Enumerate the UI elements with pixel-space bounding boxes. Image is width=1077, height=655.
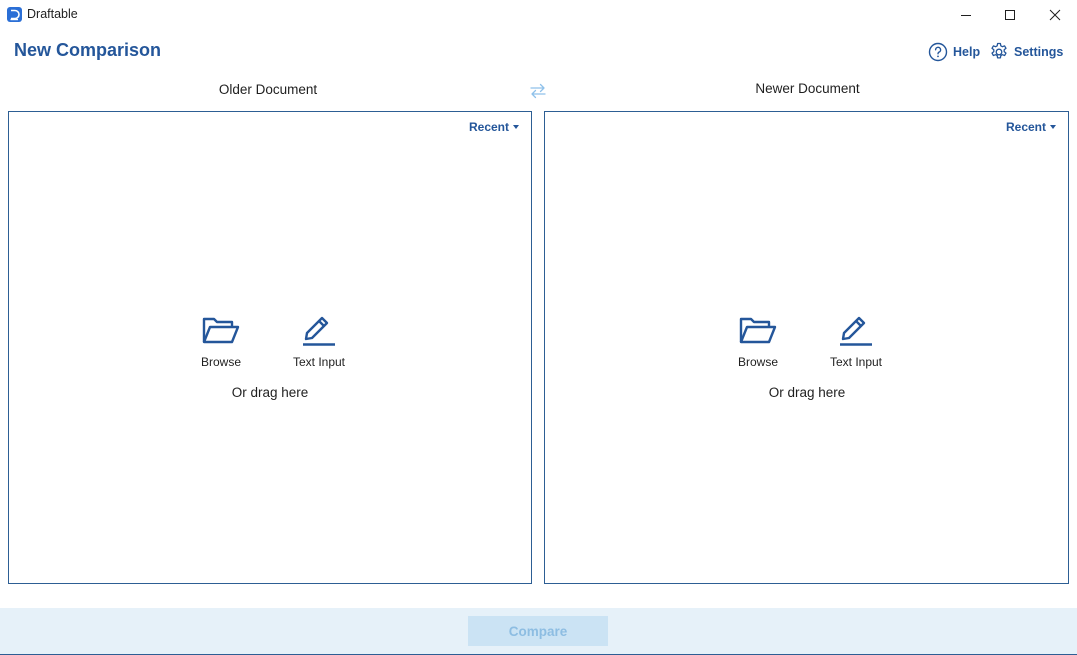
- recent-label: Recent: [1005, 120, 1046, 134]
- draftable-logo-icon: [7, 7, 22, 22]
- maximize-button[interactable]: [987, 0, 1033, 30]
- title-bar: Draftable: [0, 0, 1077, 30]
- older-text-input-button[interactable]: Text Input: [279, 312, 359, 369]
- text-input-label: Text Input: [829, 355, 883, 369]
- compare-button[interactable]: Compare: [468, 616, 608, 646]
- newer-recent-dropdown[interactable]: Recent: [1006, 120, 1056, 134]
- settings-link[interactable]: Settings: [989, 42, 1063, 62]
- older-recent-dropdown[interactable]: Recent: [469, 120, 519, 134]
- newer-browse-button[interactable]: Browse: [718, 312, 798, 369]
- recent-label: Recent: [468, 120, 509, 134]
- caret-down-icon: [1050, 125, 1056, 129]
- close-icon: [1049, 9, 1061, 21]
- swap-icon: [530, 83, 546, 99]
- app-title: Draftable: [27, 7, 78, 21]
- newer-document-dropzone[interactable]: Recent Browse Text Input Or drag here: [544, 111, 1069, 584]
- minimize-icon: [961, 15, 971, 16]
- close-button[interactable]: [1032, 0, 1077, 30]
- drag-hint: Or drag here: [768, 385, 846, 400]
- drag-hint: Or drag here: [231, 385, 309, 400]
- browse-label: Browse: [737, 355, 778, 369]
- maximize-icon: [1005, 10, 1015, 20]
- pencil-icon: [303, 316, 335, 346]
- help-label: Help: [953, 45, 981, 59]
- older-document-dropzone[interactable]: Recent Browse Text Input Or drag here: [8, 111, 532, 584]
- newer-text-input-button[interactable]: Text Input: [816, 312, 896, 369]
- folder-open-icon: [202, 317, 240, 344]
- browse-label: Browse: [200, 355, 241, 369]
- newer-document-label: Newer Document: [755, 81, 860, 96]
- caret-down-icon: [513, 125, 519, 129]
- page-title: New Comparison: [14, 40, 162, 60]
- help-link[interactable]: Help: [928, 42, 980, 62]
- older-document-label: Older Document: [218, 82, 318, 97]
- swap-documents-button[interactable]: [529, 82, 547, 105]
- pencil-icon: [840, 316, 872, 346]
- footer-bar: Compare: [0, 608, 1077, 655]
- text-input-label: Text Input: [292, 355, 346, 369]
- folder-open-icon: [739, 317, 777, 344]
- older-browse-button[interactable]: Browse: [181, 312, 261, 369]
- settings-label: Settings: [1014, 45, 1064, 59]
- help-icon: [928, 42, 948, 62]
- minimize-button[interactable]: [943, 0, 989, 30]
- gear-icon: [991, 42, 1007, 59]
